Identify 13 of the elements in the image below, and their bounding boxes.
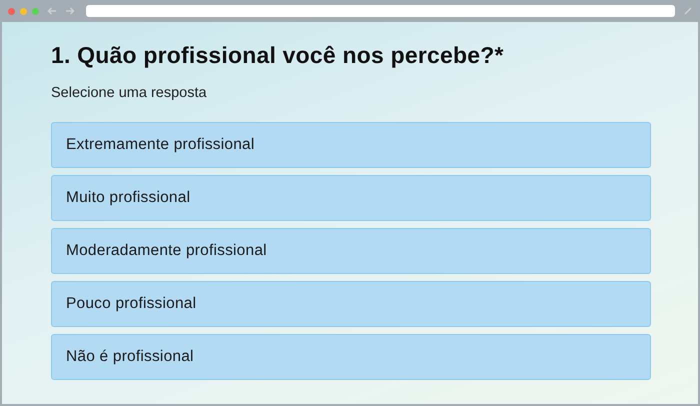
answer-option[interactable]: Pouco profissional [51,281,651,327]
back-icon[interactable] [47,7,57,15]
forward-icon[interactable] [65,7,75,15]
minimize-icon[interactable] [20,8,27,14]
address-bar[interactable] [86,5,675,17]
answer-option[interactable]: Muito profissional [51,175,651,221]
answer-option[interactable]: Não é profissional [51,334,651,380]
answer-option[interactable]: Moderadamente profissional [51,228,651,274]
answer-option[interactable]: Extremamente profissional [51,122,651,168]
close-icon[interactable] [8,8,15,14]
question-title: 1. Quão profissional você nos percebe?* [51,42,505,69]
maximize-icon[interactable] [32,8,39,14]
question-hint: Selecione uma resposta [51,85,208,101]
